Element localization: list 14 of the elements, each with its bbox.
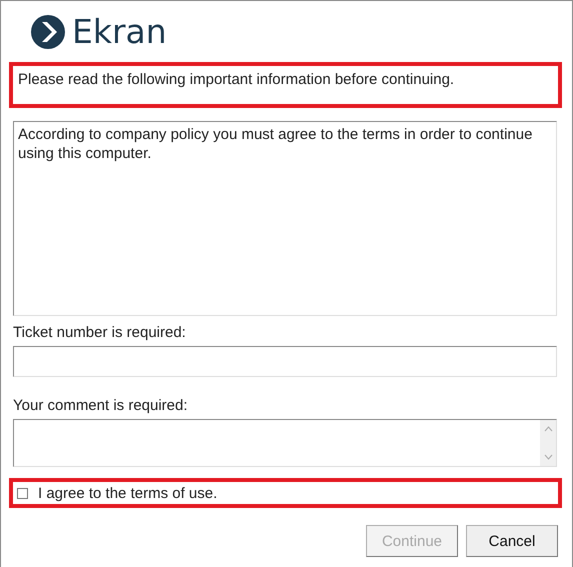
logo-icon bbox=[31, 15, 65, 49]
scrollbar[interactable] bbox=[540, 420, 556, 466]
ticket-label: Ticket number is required: bbox=[13, 323, 187, 342]
agree-checkbox[interactable] bbox=[17, 488, 28, 498]
ticket-input-field[interactable] bbox=[13, 346, 557, 377]
comment-label: Your comment is required: bbox=[13, 396, 189, 415]
comment-input-field[interactable] bbox=[13, 419, 557, 467]
terms-text-area[interactable]: According to company policy you must agree to the terms in order to continue using this computer. bbox=[13, 121, 557, 316]
notice-text: Please read the following important information before continuing. bbox=[18, 71, 454, 88]
logo-text: Ekran bbox=[72, 14, 167, 50]
scroll-down-icon[interactable] bbox=[544, 454, 552, 460]
agree-label: I agree to the terms of use. bbox=[38, 484, 218, 502]
scroll-up-icon[interactable] bbox=[544, 426, 552, 432]
cancel-button[interactable]: Cancel bbox=[466, 525, 558, 557]
